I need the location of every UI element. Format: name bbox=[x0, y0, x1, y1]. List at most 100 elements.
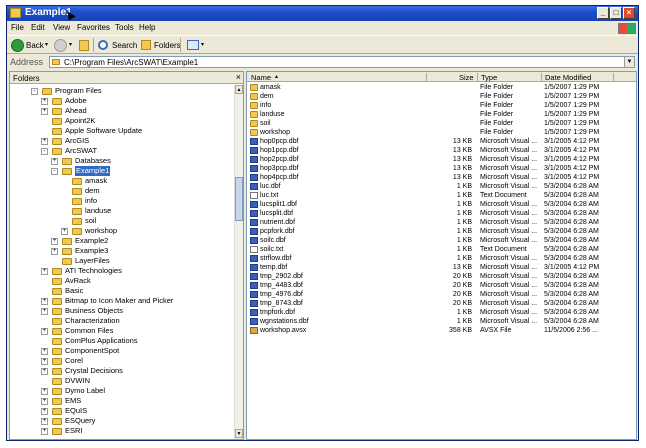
collapse-icon[interactable]: - bbox=[51, 168, 58, 175]
folders-icon[interactable] bbox=[141, 40, 151, 50]
file-row[interactable]: hop4pcp.dbf 13 KB Microsoft Visual ... 3/1/… bbox=[247, 173, 627, 182]
scroll-thumb[interactable] bbox=[235, 177, 243, 221]
folder-icon bbox=[52, 388, 62, 395]
minimize-button[interactable]: _ bbox=[597, 7, 609, 19]
expand-icon[interactable]: + bbox=[41, 138, 48, 145]
tree-item-label: workshop bbox=[85, 226, 118, 235]
expand-icon[interactable]: + bbox=[51, 248, 58, 255]
column-separator[interactable] bbox=[477, 73, 478, 81]
file-type: Text Document bbox=[480, 192, 527, 199]
title-bar[interactable]: Example1 _ □ × bbox=[7, 6, 638, 21]
tree-item-label: landuse bbox=[85, 206, 112, 215]
collapse-icon[interactable]: - bbox=[41, 148, 48, 155]
folders-scrollbar[interactable]: ▲ ▼ bbox=[234, 85, 243, 439]
file-row[interactable]: hop0pcp.dbf 13 KB Microsoft Visual ... 3/1/… bbox=[247, 137, 627, 146]
file-row[interactable]: tmp_8743.dbf 20 KB Microsoft Visual ... 5/3… bbox=[247, 299, 627, 308]
expand-icon[interactable]: + bbox=[51, 158, 58, 165]
column-separator[interactable] bbox=[613, 73, 614, 81]
file-row[interactable]: tmp_2902.dbf 20 KB Microsoft Visual ... 5/3… bbox=[247, 272, 627, 281]
views-icon[interactable] bbox=[187, 40, 199, 50]
file-row[interactable]: pcpfork.dbf 1 KB Microsoft Visual ... 5/3/2… bbox=[247, 227, 627, 236]
column-name[interactable]: Name bbox=[251, 73, 271, 82]
expand-icon[interactable]: + bbox=[61, 228, 68, 235]
file-row[interactable]: tmp_4483.dbf 20 KB Microsoft Visual ... 5/3… bbox=[247, 281, 627, 290]
folders-pane-header: Folders × bbox=[10, 72, 243, 84]
file-row[interactable]: soilc.dbf 1 KB Microsoft Visual ... 5/3/200… bbox=[247, 236, 627, 245]
scroll-down-icon[interactable]: ▼ bbox=[235, 429, 243, 438]
dbf-file-icon bbox=[250, 228, 258, 235]
address-input[interactable]: C:\Program Files\ArcSWAT\Example1 ▼ bbox=[49, 56, 635, 68]
file-row[interactable]: strflow.dbf 1 KB Microsoft Visual ... 5/3/2… bbox=[247, 254, 627, 263]
forward-dropdown-icon[interactable]: ▾ bbox=[69, 39, 72, 52]
tree-item-label: EMS bbox=[65, 396, 82, 405]
back-arrow-icon[interactable] bbox=[11, 39, 24, 52]
file-type: Microsoft Visual ... bbox=[480, 318, 538, 325]
search-icon[interactable] bbox=[98, 40, 108, 50]
file-row[interactable]: info File Folder 1/5/2007 1:29 PM bbox=[247, 101, 627, 110]
menu-tools[interactable]: Tools bbox=[115, 23, 134, 32]
expand-icon[interactable]: + bbox=[41, 428, 48, 435]
menu-favorites[interactable]: Favorites bbox=[77, 23, 110, 32]
column-date[interactable]: Date Modified bbox=[545, 73, 591, 82]
column-separator[interactable] bbox=[426, 73, 427, 81]
menu-help[interactable]: Help bbox=[139, 23, 155, 32]
column-size[interactable]: Size bbox=[459, 73, 474, 82]
expand-icon[interactable]: + bbox=[41, 328, 48, 335]
toolbar-separator bbox=[93, 38, 94, 52]
file-row[interactable]: lucsplit1.dbf 1 KB Microsoft Visual ... 5/3… bbox=[247, 200, 627, 209]
file-row[interactable]: hop1pcp.dbf 13 KB Microsoft Visual ... 3/1/… bbox=[247, 146, 627, 155]
collapse-icon[interactable]: - bbox=[31, 88, 38, 95]
expand-icon[interactable]: + bbox=[41, 348, 48, 355]
file-row[interactable]: dem File Folder 1/5/2007 1:29 PM bbox=[247, 92, 627, 101]
file-row[interactable]: workshop File Folder 1/5/2007 1:29 PM bbox=[247, 128, 627, 137]
expand-icon[interactable]: + bbox=[41, 268, 48, 275]
forward-arrow-icon[interactable] bbox=[54, 39, 67, 52]
file-row[interactable]: temp.dbf 13 KB Microsoft Visual ... 3/1/200… bbox=[247, 263, 627, 272]
expand-icon[interactable]: + bbox=[41, 98, 48, 105]
close-button[interactable]: × bbox=[623, 7, 635, 19]
expand-icon[interactable]: + bbox=[41, 298, 48, 305]
menu-file[interactable]: File bbox=[11, 23, 24, 32]
file-row[interactable]: nutrient.dbf 1 KB Microsoft Visual ... 5/3/… bbox=[247, 218, 627, 227]
file-row[interactable]: lucsplit.dbf 1 KB Microsoft Visual ... 5/3/… bbox=[247, 209, 627, 218]
file-name: hop2pcp.dbf bbox=[260, 156, 299, 163]
file-row[interactable]: soil File Folder 1/5/2007 1:29 PM bbox=[247, 119, 627, 128]
expand-icon[interactable]: + bbox=[41, 108, 48, 115]
file-row[interactable]: wgnstations.dbf 1 KB Microsoft Visual ... 5… bbox=[247, 317, 627, 326]
up-folder-icon[interactable] bbox=[79, 40, 89, 51]
expand-icon[interactable]: + bbox=[51, 238, 58, 245]
expand-icon[interactable]: + bbox=[41, 358, 48, 365]
file-date: 5/3/2004 6:28 AM bbox=[544, 282, 599, 289]
menu-view[interactable]: View bbox=[53, 23, 70, 32]
folders-button[interactable]: Folders bbox=[154, 39, 181, 52]
menu-edit[interactable]: Edit bbox=[31, 23, 45, 32]
file-row[interactable]: tmpfork.dbf 1 KB Microsoft Visual ... 5/3/2… bbox=[247, 308, 627, 317]
maximize-button[interactable]: □ bbox=[610, 7, 622, 19]
file-row[interactable]: amask File Folder 1/5/2007 1:29 PM bbox=[247, 83, 627, 92]
expand-icon[interactable]: + bbox=[41, 398, 48, 405]
expand-icon[interactable]: + bbox=[41, 388, 48, 395]
file-row[interactable]: tmp_4976.dbf 20 KB Microsoft Visual ... 5/3… bbox=[247, 290, 627, 299]
file-row[interactable]: hop2pcp.dbf 13 KB Microsoft Visual ... 3/1/… bbox=[247, 155, 627, 164]
file-row[interactable]: workshop.avsx 358 KB AVSX File 11/5/2006 2:… bbox=[247, 326, 627, 335]
file-name: lucsplit1.dbf bbox=[260, 201, 297, 208]
expand-icon[interactable]: + bbox=[41, 308, 48, 315]
tree-item-label: Crystal Decisions bbox=[65, 366, 123, 375]
file-row[interactable]: soilc.txt 1 KB Text Document 5/3/2004 6:28 … bbox=[247, 245, 627, 254]
back-button[interactable]: Back bbox=[26, 39, 44, 52]
close-pane-icon[interactable]: × bbox=[236, 72, 241, 82]
expand-icon[interactable]: + bbox=[41, 408, 48, 415]
column-type[interactable]: Type bbox=[481, 73, 497, 82]
file-row[interactable]: luc.txt 1 KB Text Document 5/3/2004 6:28 AM bbox=[247, 191, 627, 200]
search-button[interactable]: Search bbox=[112, 39, 137, 52]
expand-icon[interactable]: + bbox=[41, 418, 48, 425]
expand-icon[interactable]: + bbox=[41, 368, 48, 375]
file-row[interactable]: luc.dbf 1 KB Microsoft Visual ... 5/3/2004 … bbox=[247, 182, 627, 191]
file-row[interactable]: hop3pcp.dbf 13 KB Microsoft Visual ... 3/1/… bbox=[247, 164, 627, 173]
file-row[interactable]: landuse File Folder 1/5/2007 1:29 PM bbox=[247, 110, 627, 119]
address-dropdown-icon[interactable]: ▼ bbox=[624, 57, 634, 67]
back-dropdown-icon[interactable]: ▾ bbox=[45, 39, 48, 52]
scroll-up-icon[interactable]: ▲ bbox=[235, 85, 243, 94]
views-dropdown-icon[interactable]: ▾ bbox=[201, 39, 204, 52]
column-separator[interactable] bbox=[541, 73, 542, 81]
